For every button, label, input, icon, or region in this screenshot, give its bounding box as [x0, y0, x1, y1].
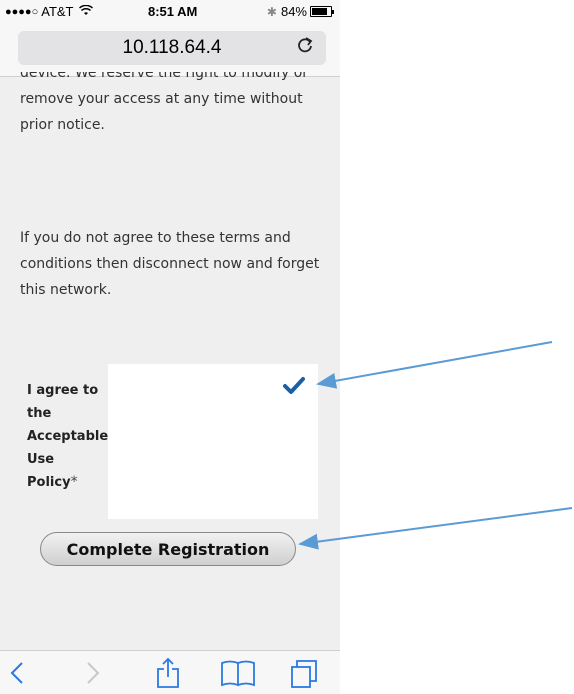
cut-off-line: device. We reserve the right to modify o… — [20, 72, 320, 86]
share-icon[interactable] — [148, 657, 188, 689]
agree-checkbox-checkmark-icon[interactable] — [282, 374, 306, 402]
terms-line: If you do not agree to these terms and — [20, 230, 291, 246]
bookmarks-icon[interactable] — [218, 657, 258, 689]
terms-paragraph-1: remove your access at any time without p… — [20, 86, 320, 138]
status-right: ✱ 84% — [266, 4, 334, 19]
url-text[interactable]: 10.118.64.4 — [18, 37, 326, 59]
carrier-name: AT&T — [41, 4, 74, 19]
agreement-label-cell: I agree to the Acceptable Use Policy* — [20, 364, 108, 519]
agreement-label: I agree to the Acceptable Use Policy* — [27, 379, 109, 494]
signal-strength-icon: ●●●●○ — [5, 5, 39, 18]
agreement-label-line: Acceptable — [27, 429, 109, 444]
agreement-row: I agree to the Acceptable Use Policy* — [20, 364, 318, 519]
url-field[interactable]: 10.118.64.4 — [18, 31, 326, 65]
terms-line: remove your access at any time without — [20, 91, 303, 107]
terms-line: prior notice. — [20, 117, 105, 133]
terms-line: conditions then disconnect now and forge… — [20, 256, 320, 272]
forward-icon[interactable] — [80, 657, 120, 689]
required-mark: * — [70, 474, 78, 490]
wifi-icon — [78, 4, 93, 19]
arrow-to-checkbox — [316, 341, 553, 389]
terms-line: this network. — [20, 282, 112, 298]
terms-paragraph-2: If you do not agree to these terms and c… — [20, 225, 320, 303]
agreement-label-line: the — [27, 406, 52, 421]
cut-off-text: device. We reserve the right to modify o… — [20, 72, 309, 81]
back-icon[interactable] — [8, 657, 48, 689]
battery-level-fill — [312, 8, 327, 15]
phone-screen: ●●●●○ AT&T 8:51 AM ✱ 84% 10.118.64.4 dev… — [0, 0, 340, 694]
tabs-icon[interactable] — [284, 657, 324, 689]
status-bar: ●●●●○ AT&T 8:51 AM ✱ 84% — [0, 0, 340, 22]
agreement-label-line: Use — [27, 452, 55, 467]
bluetooth-icon: ✱ — [266, 4, 277, 19]
battery-percent: 84% — [280, 4, 307, 19]
status-time: 8:51 AM — [148, 4, 198, 19]
address-bar: 10.118.64.4 — [0, 22, 340, 77]
safari-toolbar — [0, 650, 340, 694]
battery-tip — [332, 10, 334, 14]
agreement-label-line: Policy — [27, 475, 71, 490]
complete-registration-button[interactable]: Complete Registration — [40, 532, 296, 566]
reload-icon[interactable] — [296, 35, 314, 60]
arrow-to-button — [298, 507, 573, 550]
agreement-label-line: I agree to — [27, 383, 99, 398]
terms-content: device. We reserve the right to modify o… — [20, 72, 320, 298]
battery-icon — [310, 6, 334, 17]
status-left: ●●●●○ AT&T — [5, 4, 93, 19]
